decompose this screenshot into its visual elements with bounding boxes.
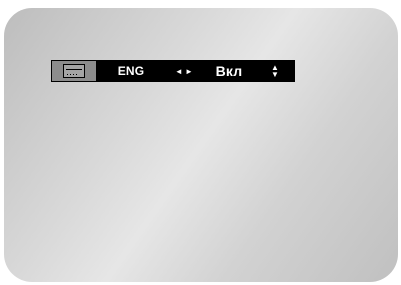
left-right-arrows-icon[interactable]: ◄ ► (165, 60, 203, 82)
subtitle-osd-bar: ENG ◄ ► Вкл ▲ ▼ (51, 60, 295, 82)
right-arrow-icon: ► (185, 66, 194, 76)
tv-screen: ENG ◄ ► Вкл ▲ ▼ (4, 8, 398, 282)
subtitle-language-value: ENG (117, 64, 145, 78)
subtitle-icon-cell[interactable] (51, 60, 97, 82)
up-down-arrows-icon[interactable]: ▲ ▼ (255, 60, 295, 82)
left-arrow-icon: ◄ (174, 66, 183, 76)
subtitle-state-value: Вкл (215, 63, 243, 79)
down-arrow-icon: ▼ (270, 70, 280, 79)
subtitle-icon (63, 64, 85, 78)
